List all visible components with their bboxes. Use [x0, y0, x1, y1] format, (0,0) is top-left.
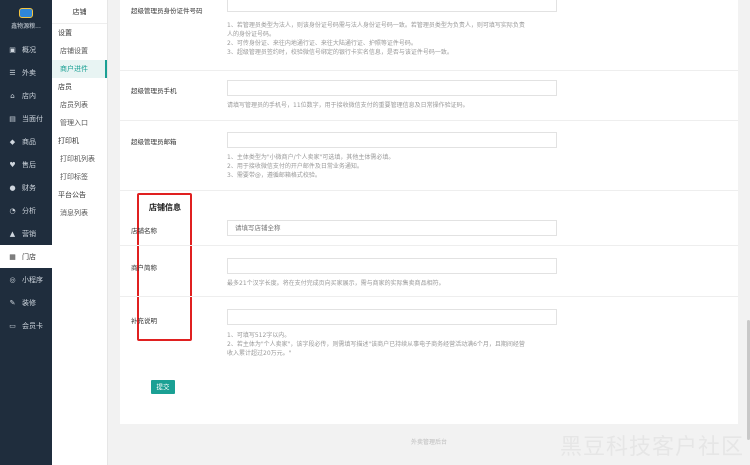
- nav-item-miniprogram[interactable]: ◎ 小程序: [0, 268, 52, 291]
- dine-in-icon: ⌂: [10, 91, 15, 100]
- nav-item-goods[interactable]: ◆ 商品: [0, 130, 52, 153]
- subnav-group-announcement: 平台公告: [58, 191, 86, 199]
- divider: [120, 296, 738, 297]
- subnav-item-shop-settings[interactable]: 店铺设置: [52, 42, 107, 60]
- id-number-help: 1、若管理员类型为法人，则该身份证号码需与法人身份证号码一致。若管理员类型为负责…: [227, 22, 525, 56]
- short-name-input[interactable]: [227, 258, 557, 274]
- main-content: 超级管理员身份证件号码 1、若管理员类型为法人，则该身份证号码需与法人身份证号码…: [108, 0, 750, 465]
- marketing-icon: ▲: [9, 229, 16, 238]
- brand-name: 鑫物源粮...: [11, 23, 41, 30]
- subnav-item-print-label[interactable]: 打印标签: [52, 168, 107, 186]
- analysis-icon: ◔: [9, 206, 16, 215]
- finance-icon: ●: [9, 183, 16, 192]
- remark-label: 补充说明: [131, 317, 157, 325]
- decoration-icon: ✎: [9, 298, 16, 307]
- takeout-icon: ☰: [9, 68, 16, 77]
- subnav-item-merchant-onboard[interactable]: 商户进件: [52, 60, 107, 78]
- nav-item-analysis[interactable]: ◔ 分析: [0, 199, 52, 222]
- miniprogram-icon: ◎: [9, 275, 16, 284]
- phone-input[interactable]: [227, 80, 557, 96]
- nav-item-store[interactable]: ▦ 门店: [0, 245, 52, 268]
- divider: [120, 70, 738, 71]
- nav-item-overview[interactable]: ▣ 概况: [0, 38, 52, 61]
- subnav-item-staff-list[interactable]: 店员列表: [52, 96, 107, 114]
- store-icon: ▦: [9, 252, 16, 261]
- shop-name-label: 店铺名称: [131, 227, 157, 235]
- id-number-input[interactable]: [227, 0, 557, 12]
- nav-item-marketing[interactable]: ▲ 营销: [0, 222, 52, 245]
- goods-icon: ◆: [9, 137, 16, 146]
- email-label: 超级管理员邮箱: [131, 138, 177, 146]
- short-name-help: 最多21个汉字长度。将在支付完成页向买家展示，需与商家的实际售卖商品相符。: [227, 280, 445, 287]
- phone-help: 请填写管理员的手机号，11位数字，用于接收微信支付的重要管理信息及日常操作验证码…: [227, 102, 469, 109]
- subnav-group-print: 打印机: [58, 137, 79, 145]
- short-name-label: 商户简称: [131, 264, 157, 272]
- nav-item-finance[interactable]: ● 财务: [0, 176, 52, 199]
- sub-sidebar: 店铺 设置 店铺设置 商户进件 店员 店员列表 管理入口 打印机 打印机列表 打…: [52, 0, 108, 465]
- submit-button[interactable]: 提交: [151, 380, 175, 394]
- nav-item-member-card[interactable]: ▭ 会员卡: [0, 314, 52, 337]
- remark-input[interactable]: [227, 309, 557, 325]
- subnav-item-printer-list[interactable]: 打印机列表: [52, 150, 107, 168]
- main-sidebar: 鑫物源粮... ▣ 概况 ☰ 外卖 ⌂ 店内 ▤ 当面付 ◆ 商品 ♥ 售后 ● 财务 ◔ 分析…: [0, 0, 52, 465]
- nav-item-takeout[interactable]: ☰ 外卖: [0, 61, 52, 84]
- subnav-title: 店铺: [52, 0, 107, 24]
- nav-item-facepay[interactable]: ▤ 当面付: [0, 107, 52, 130]
- email-help: 1、主体类型为"小微商户/个人卖家"可选填，其他主体需必填。 2、用于接收微信支…: [227, 154, 395, 179]
- form-card: 超级管理员身份证件号码 1、若管理员类型为法人，则该身份证号码需与法人身份证号码…: [120, 0, 738, 424]
- brand[interactable]: 鑫物源粮...: [0, 0, 52, 38]
- subnav-item-message-list[interactable]: 消息列表: [52, 204, 107, 222]
- nav-item-dine-in[interactable]: ⌂ 店内: [0, 84, 52, 107]
- remark-help: 1、可填写512字以内。 2、若主体为"个人卖家"，该字段必传，则需填写描述"该…: [227, 332, 525, 357]
- id-number-label: 超级管理员身份证件号码: [131, 7, 203, 15]
- facepay-icon: ▤: [9, 114, 16, 123]
- nav-item-decoration[interactable]: ✎ 装修: [0, 291, 52, 314]
- email-input[interactable]: [227, 132, 557, 148]
- phone-label: 超级管理员手机: [131, 87, 177, 95]
- divider: [120, 120, 738, 121]
- overview-icon: ▣: [9, 45, 16, 54]
- subnav-group-settings: 设置: [58, 29, 72, 37]
- nav-item-aftersale[interactable]: ♥ 售后: [0, 153, 52, 176]
- watermark: 黑豆科技客户社区: [559, 435, 744, 460]
- divider: [120, 245, 738, 246]
- subnav-group-staff: 店员: [58, 83, 72, 91]
- shop-name-input[interactable]: [227, 220, 557, 236]
- member-card-icon: ▭: [9, 321, 16, 330]
- divider: [120, 190, 738, 191]
- brand-logo: [19, 8, 33, 18]
- section-title: 店铺信息: [149, 203, 181, 212]
- aftersale-icon: ♥: [9, 160, 16, 169]
- subnav-item-manage-entry[interactable]: 管理入口: [52, 114, 107, 132]
